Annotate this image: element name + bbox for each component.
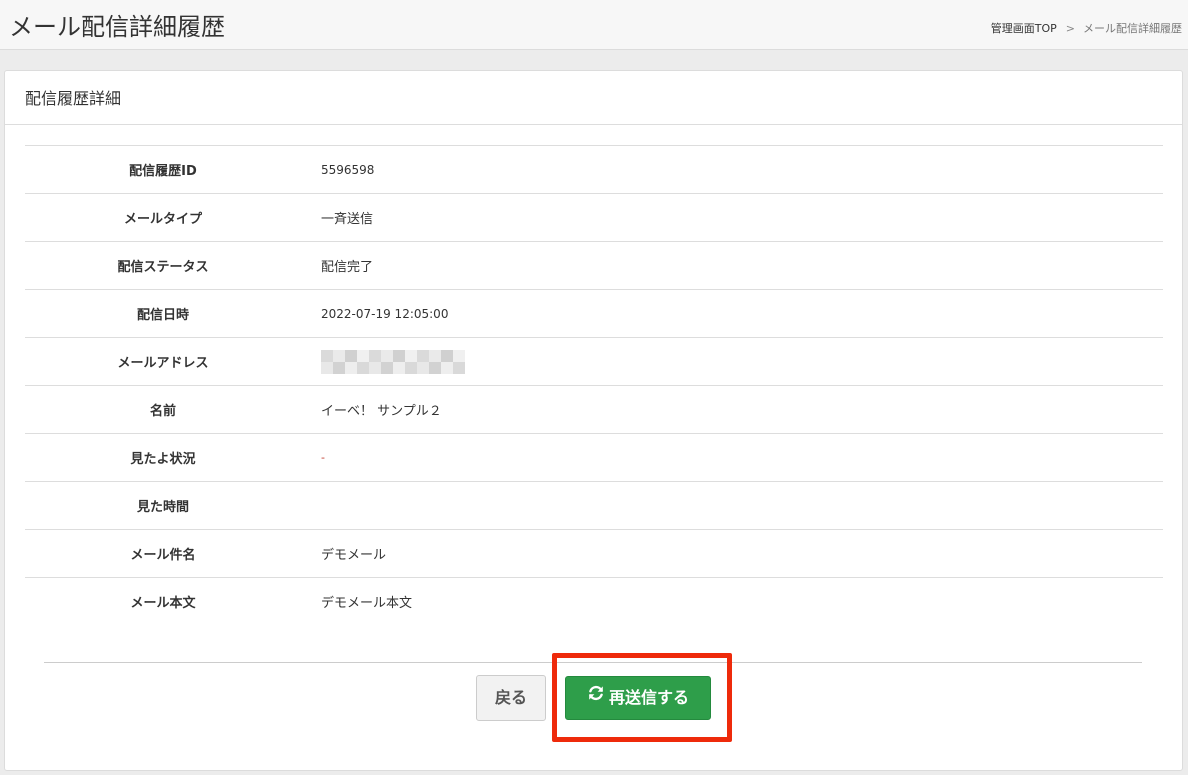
breadcrumb-home-link[interactable]: 管理画面TOP	[991, 22, 1057, 35]
row-value-mail-type: 一斉送信	[301, 193, 1163, 242]
row-value-delivery-datetime: 2022-07-19 12:05:00	[301, 289, 1163, 338]
row-label-view-time: 見た時間	[25, 481, 301, 530]
panel-title: 配信履歴詳細	[5, 71, 1182, 125]
table-row: 配信日時 2022-07-19 12:05:00	[25, 289, 1163, 338]
back-button[interactable]: 戻る	[476, 675, 546, 721]
detail-table: 配信履歴ID 5596598 メールタイプ 一斉送信 配信ステータス 配信完了 …	[25, 145, 1163, 626]
resend-button[interactable]: 再送信する	[565, 676, 711, 720]
page-title: メール配信詳細履歴	[9, 13, 225, 41]
row-label-mail-body: メール本文	[25, 577, 301, 626]
row-value-mail-body: デモメール本文	[301, 577, 1163, 626]
top-header: メール配信詳細履歴 管理画面TOP > メール配信詳細履歴	[0, 0, 1188, 50]
row-label-delivery-datetime: 配信日時	[25, 289, 301, 338]
refresh-icon	[587, 676, 605, 718]
table-row: 見たよ状況 -	[25, 433, 1163, 482]
breadcrumb-current: メール配信詳細履歴	[1083, 22, 1182, 35]
row-value-delivery-status: 配信完了	[301, 241, 1163, 290]
table-row: メール件名 デモメール	[25, 529, 1163, 578]
row-value-name: イーベ！ サンプル２	[301, 385, 1163, 434]
table-row: 見た時間	[25, 481, 1163, 530]
row-value-delivery-id: 5596598	[301, 145, 1163, 194]
table-row: メール本文 デモメール本文	[25, 577, 1163, 626]
row-label-mail-subject: メール件名	[25, 529, 301, 578]
resend-button-label: 再送信する	[608, 688, 689, 707]
table-row: メールアドレス	[25, 337, 1163, 386]
breadcrumb: 管理画面TOP > メール配信詳細履歴	[991, 20, 1182, 36]
row-label-name: 名前	[25, 385, 301, 434]
table-row: メールタイプ 一斉送信	[25, 193, 1163, 242]
row-value-mail-subject: デモメール	[301, 529, 1163, 578]
row-label-mail-type: メールタイプ	[25, 193, 301, 242]
breadcrumb-separator: >	[1065, 22, 1075, 35]
row-value-email-address	[301, 337, 1163, 386]
row-label-delivery-status: 配信ステータス	[25, 241, 301, 290]
table-row: 配信履歴ID 5596598	[25, 145, 1163, 194]
row-label-email-address: メールアドレス	[25, 337, 301, 386]
row-value-view-time	[301, 481, 1163, 530]
row-value-view-status: -	[301, 433, 1163, 482]
table-row: 配信ステータス 配信完了	[25, 241, 1163, 290]
redacted-email-mosaic	[321, 349, 465, 374]
table-row: 名前 イーベ！ サンプル２	[25, 385, 1163, 434]
detail-panel: 配信履歴詳細 配信履歴ID 5596598 メールタイプ 一斉送信 配信ステータ…	[4, 70, 1183, 771]
row-label-delivery-id: 配信履歴ID	[25, 145, 301, 194]
row-label-view-status: 見たよ状況	[25, 433, 301, 482]
footer-divider	[44, 662, 1142, 663]
